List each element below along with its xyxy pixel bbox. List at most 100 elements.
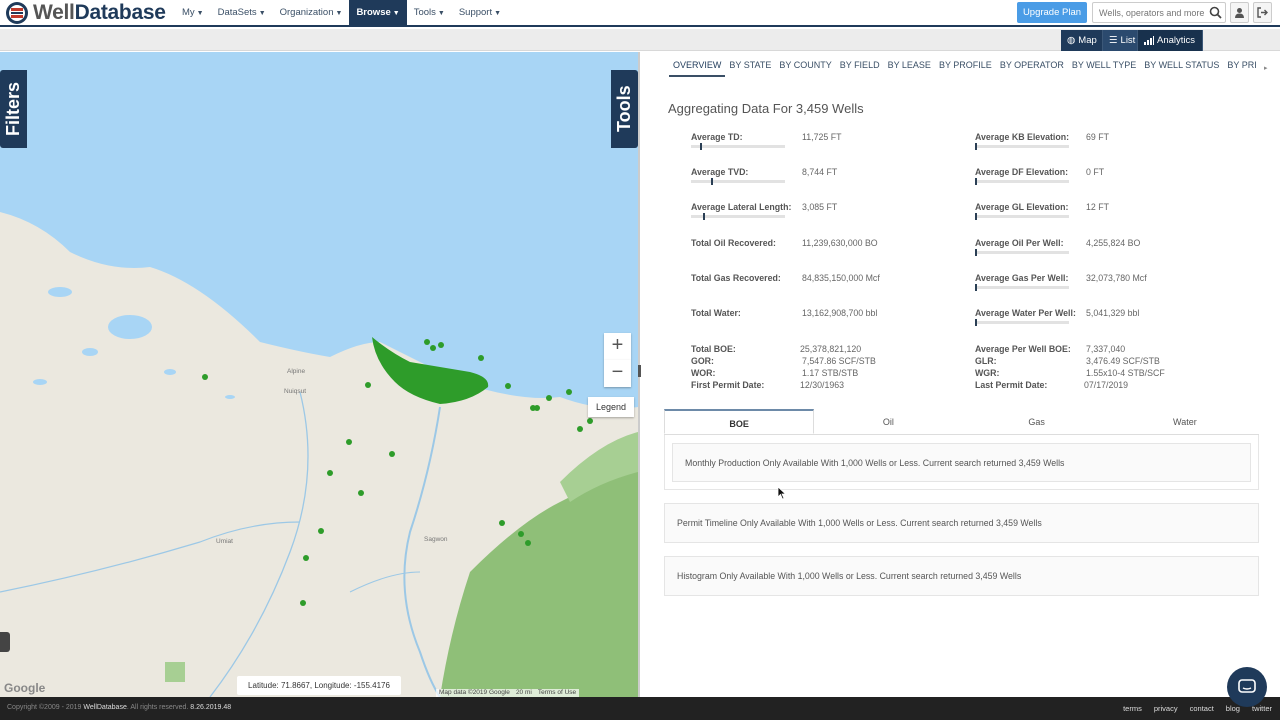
sign-out-button[interactable] <box>1253 2 1272 23</box>
stat-total-gas-recovered: Total Gas Recovered: 84,835,150,000 Mcf <box>691 273 880 283</box>
menu-datasets[interactable]: DataSets ▼ <box>211 0 273 27</box>
footer-link-terms[interactable]: terms <box>1123 704 1142 713</box>
menu-support[interactable]: Support ▼ <box>452 0 508 27</box>
analytics-view-button[interactable]: Analytics <box>1138 30 1203 51</box>
menu-tools[interactable]: Tools ▼ <box>407 0 452 27</box>
bar-marker <box>975 284 977 291</box>
welldatabase-logo[interactable]: WellDatabase <box>5 1 166 25</box>
copyright-text: Copyright ©2009 - 2019 WellDatabase. All… <box>7 704 232 711</box>
main-menu: My ▼ DataSets ▼ Organization ▼ Browse ▼ Tool… <box>175 0 508 27</box>
stat-average-kb-elevation: Average KB Elevation: 69 FT <box>975 132 1235 152</box>
monthly-production-notice: Monthly Production Only Available With 1… <box>672 443 1251 482</box>
histogram-notice: Histogram Only Available With 1,000 Well… <box>664 556 1259 596</box>
map-place-label: Nuiqsut <box>284 388 307 395</box>
caret-down-icon: ▼ <box>196 10 204 17</box>
stat-average-water-per-well: Average Water Per Well: 5,041,329 bbl <box>975 308 1235 328</box>
well-map[interactable]: Alpine Nuiqsut Umiat Sagwon Filters Tool… <box>0 52 638 697</box>
footer-link-privacy[interactable]: privacy <box>1154 704 1178 713</box>
map-place-label: Sagwon <box>424 536 448 543</box>
bar-marker <box>975 178 977 185</box>
tab-by-state[interactable]: BY STATE <box>725 55 775 77</box>
map-view-button[interactable]: ◍ Map <box>1061 30 1103 51</box>
view-switch-bar: ◍ Map ☰ List Analytics <box>0 29 1280 51</box>
aggregation-title: Aggregating Data For 3,459 Wells <box>668 101 864 116</box>
map-place-label: Umiat <box>216 538 233 545</box>
footer-link-blog[interactable]: blog <box>1226 704 1240 713</box>
progress-bar <box>975 249 1069 256</box>
caret-down-icon: ▼ <box>494 10 502 17</box>
zoom-in-button[interactable]: + <box>604 333 631 360</box>
footer-link-twitter[interactable]: twitter <box>1252 704 1272 713</box>
tab-oil[interactable]: Oil <box>814 409 962 434</box>
tab-by-field[interactable]: BY FIELD <box>836 55 884 77</box>
search-input[interactable] <box>1093 3 1208 22</box>
bar-marker <box>700 143 703 150</box>
list-icon: ☰ <box>1109 35 1118 46</box>
analytics-panel: OVERVIEW BY STATE BY COUNTY BY FIELD BY … <box>641 52 1280 697</box>
user-button[interactable] <box>1230 2 1249 23</box>
tab-by-well-type[interactable]: BY WELL TYPE <box>1068 55 1140 77</box>
globe-icon: ◍ <box>1067 35 1076 46</box>
bar-marker <box>975 143 977 150</box>
sign-out-icon <box>1257 7 1268 18</box>
map-scale: 20 mi <box>515 689 532 696</box>
tab-water[interactable]: Water <box>1111 409 1259 434</box>
top-navbar: WellDatabase My ▼ DataSets ▼ Organization ▼… <box>0 0 1280 27</box>
menu-organization[interactable]: Organization ▼ <box>273 0 350 27</box>
tab-by-profile[interactable]: BY PROFILE <box>935 55 996 77</box>
coordinates-readout: Latitude: 71.8667, Longitude: -155.4176 <box>237 676 401 695</box>
caret-down-icon: ▼ <box>258 10 266 17</box>
bar-marker <box>975 213 977 220</box>
upgrade-plan-button[interactable]: Upgrade Plan <box>1017 2 1087 23</box>
chat-button[interactable] <box>1227 667 1267 707</box>
tab-boe[interactable]: BOE <box>664 409 815 434</box>
footer-link-contact[interactable]: contact <box>1190 704 1214 713</box>
list-view-button[interactable]: ☰ List <box>1103 30 1138 51</box>
menu-browse[interactable]: Browse ▼ <box>349 0 407 27</box>
tools-tab[interactable]: Tools <box>611 70 638 148</box>
expand-handle[interactable] <box>0 632 10 652</box>
stat-wor: WOR: 1.17 STB/STB <box>691 368 859 378</box>
map-place-label: Alpine <box>287 368 306 375</box>
tab-by-operator[interactable]: BY OPERATOR <box>996 55 1068 77</box>
progress-bar <box>975 178 1069 185</box>
progress-bar <box>975 143 1069 150</box>
menu-my[interactable]: My ▼ <box>175 0 211 27</box>
search-box <box>1092 2 1226 23</box>
permit-timeline-notice: Permit Timeline Only Available With 1,00… <box>664 503 1259 543</box>
stat-total-water: Total Water: 13,162,908,700 bbl <box>691 308 878 318</box>
stat-average-tvd: Average TVD: 8,744 FT <box>691 167 951 187</box>
stat-average-td: Average TD: 11,725 FT <box>691 132 951 152</box>
caret-down-icon: ▼ <box>437 10 445 17</box>
stat-glr: GLR: 3,476.49 SCF/STB <box>975 356 1160 366</box>
progress-bar <box>975 213 1069 220</box>
map-attribution: Map data ©2019 Google 20 mi Terms of Use <box>436 689 580 697</box>
logo-text: WellDatabase <box>33 1 166 24</box>
stat-gor: GOR: 7,547.86 SCF/STB <box>691 356 876 366</box>
legend-button[interactable]: Legend <box>588 397 634 417</box>
stat-total-oil-recovered: Total Oil Recovered: 11,239,630,000 BO <box>691 238 878 248</box>
tab-by-lease[interactable]: BY LEASE <box>884 55 935 77</box>
stat-average-oil-per-well: Average Oil Per Well: 4,255,824 BO <box>975 238 1235 258</box>
chat-icon <box>1238 679 1256 693</box>
caret-down-icon: ▼ <box>392 10 400 17</box>
terms-of-use-link[interactable]: Terms of Use <box>538 689 576 697</box>
filters-tab[interactable]: Filters <box>0 70 27 148</box>
mouse-cursor-icon <box>777 486 787 500</box>
analytics-tabs: OVERVIEW BY STATE BY COUNTY BY FIELD BY … <box>669 55 1257 77</box>
stat-wgr: WGR: 1.55x10-4 STB/SCF <box>975 368 1165 378</box>
tab-scroll-right-icon[interactable]: ▸ <box>1264 64 1268 72</box>
progress-bar <box>691 178 785 185</box>
progress-bar <box>975 284 1069 291</box>
tab-by-county[interactable]: BY COUNTY <box>775 55 835 77</box>
map-canvas[interactable] <box>0 52 638 697</box>
tab-by-well-status[interactable]: BY WELL STATUS <box>1140 55 1223 77</box>
zoom-out-button[interactable]: − <box>604 360 631 387</box>
search-icon[interactable] <box>1209 6 1222 19</box>
tab-overview[interactable]: OVERVIEW <box>669 55 726 77</box>
tab-gas[interactable]: Gas <box>963 409 1111 434</box>
tab-by-primary-formation[interactable]: BY PRIMARY FOR <box>1223 55 1257 77</box>
map-data-credit: Map data ©2019 Google <box>439 689 510 696</box>
bar-marker <box>975 249 977 256</box>
bar-chart-icon <box>1144 36 1154 45</box>
